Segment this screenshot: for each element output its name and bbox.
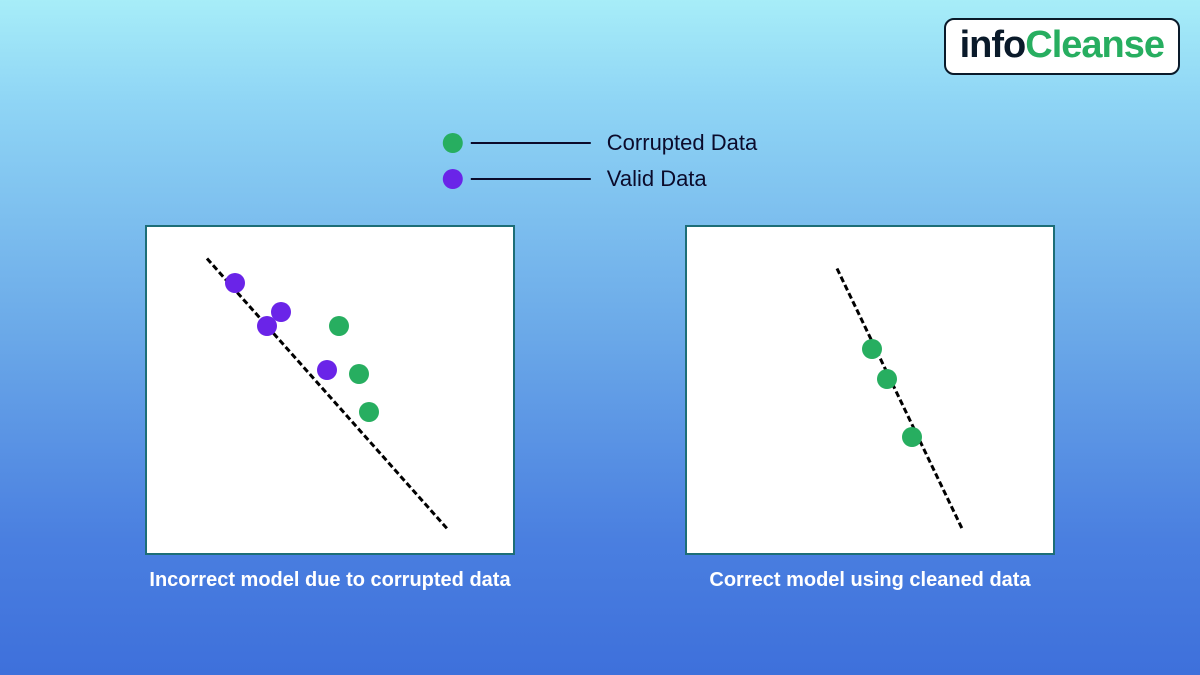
panel-right-wrap: Correct model using cleaned data: [685, 225, 1055, 592]
legend-line-icon: [471, 178, 591, 180]
panel-correct-model: [685, 225, 1055, 555]
panel-left-wrap: Incorrect model due to corrupted data: [145, 225, 515, 592]
legend-label-valid: Valid Data: [607, 166, 707, 192]
brand-logo: infoCleanse: [944, 18, 1180, 75]
scatter-point: [271, 302, 291, 322]
trend-line: [206, 258, 448, 530]
legend-line-icon: [471, 142, 591, 144]
legend-item-corrupted: Corrupted Data: [443, 130, 757, 156]
scatter-point: [225, 273, 245, 293]
legend-label-corrupted: Corrupted Data: [607, 130, 757, 156]
brand-part-cleanse: Cleanse: [1025, 24, 1164, 67]
scatter-point: [902, 427, 922, 447]
legend-dot-valid: [443, 169, 463, 189]
legend-dot-corrupted: [443, 133, 463, 153]
scatter-point: [349, 364, 369, 384]
caption-correct: Correct model using cleaned data: [709, 569, 1030, 592]
legend: Corrupted Data Valid Data: [443, 130, 757, 192]
legend-item-valid: Valid Data: [443, 166, 757, 192]
scatter-point: [317, 360, 337, 380]
panel-incorrect-model: [145, 225, 515, 555]
scatter-point: [329, 316, 349, 336]
scatter-point: [359, 402, 379, 422]
scatter-point: [877, 369, 897, 389]
panels-row: Incorrect model due to corrupted data Co…: [0, 225, 1200, 592]
brand-part-info: info: [960, 24, 1026, 67]
trend-line: [836, 268, 964, 529]
scatter-point: [862, 339, 882, 359]
caption-incorrect: Incorrect model due to corrupted data: [149, 569, 510, 592]
